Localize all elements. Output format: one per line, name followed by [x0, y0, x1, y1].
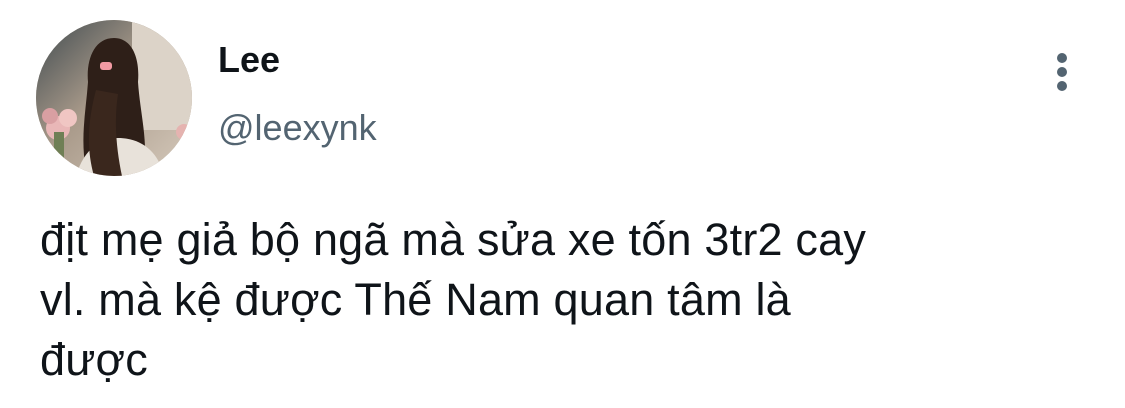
author-display-name[interactable]: Lee	[218, 40, 280, 80]
tweet-text-line: vl. mà kệ được Thế Nam quan tâm là	[40, 274, 791, 325]
tweet-card: Lee @leexynk địt mẹ giả bộ ngã mà sửa xe…	[0, 0, 1125, 408]
tweet-text-line: địt mẹ giả bộ ngã mà sửa xe tốn 3tr2 cay	[40, 214, 867, 265]
tweet-text-line: được	[40, 334, 148, 385]
avatar-image	[36, 20, 192, 176]
tweet-text: địt mẹ giả bộ ngã mà sửa xe tốn 3tr2 cay…	[40, 210, 1100, 390]
author-avatar[interactable]	[36, 20, 192, 176]
author-handle[interactable]: @leexynk	[218, 108, 377, 148]
more-options-button[interactable]	[1044, 48, 1080, 96]
more-vertical-icon	[1057, 53, 1067, 91]
